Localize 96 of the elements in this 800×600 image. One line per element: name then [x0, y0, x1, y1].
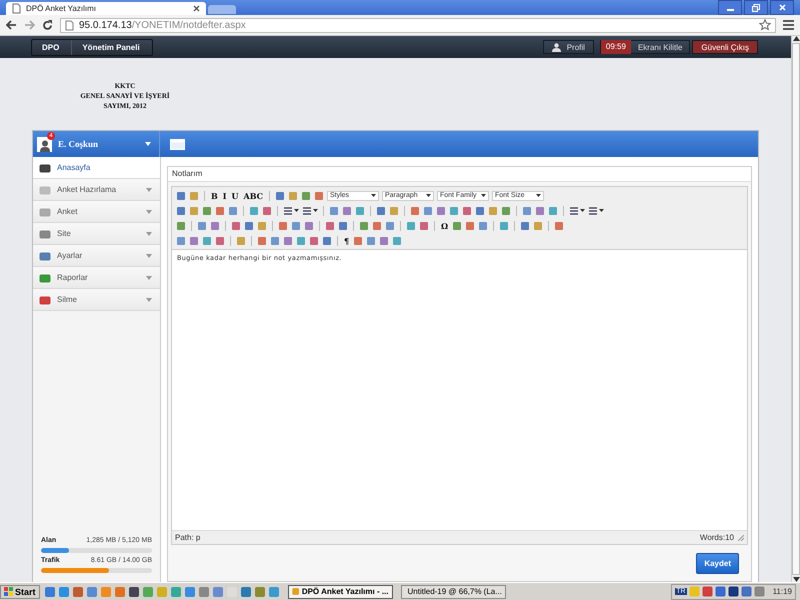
tool-icon[interactable]	[533, 220, 544, 230]
caret-icon	[294, 209, 299, 212]
back-icon[interactable]	[6, 20, 17, 30]
breadcrumb-link[interactable]: Yönetim Paneli	[72, 40, 152, 54]
user-icon	[552, 42, 561, 52]
list-icon	[283, 206, 293, 216]
taskbar-button[interactable]: Untitled-19 @ 66,7% (La...	[400, 584, 506, 598]
tool-icon[interactable]	[274, 190, 285, 200]
tool-icon[interactable]	[314, 190, 324, 200]
format-button[interactable]: Ω	[440, 220, 450, 230]
sidebar-item[interactable]: Raporlar	[33, 267, 160, 289]
caret-icon	[370, 194, 376, 197]
taskbar-button[interactable]: DPÖ Anket Yazılımı - ...	[288, 584, 393, 598]
star-icon[interactable]	[759, 19, 771, 31]
minimize-button[interactable]	[718, 0, 742, 15]
tray-icon[interactable]	[702, 586, 713, 597]
lock-screen-button[interactable]: 09:59 Ekranı Kilitle	[600, 40, 690, 54]
list-dropdown-button[interactable]	[588, 206, 604, 216]
caret-icon	[580, 209, 585, 212]
tool-icon[interactable]	[478, 220, 488, 230]
save-button[interactable]: Kaydet	[696, 552, 739, 574]
tool-icon[interactable]	[520, 220, 530, 230]
sidebar-item[interactable]: Anket	[33, 201, 160, 223]
clock-text: 11:19	[772, 587, 792, 596]
list-icon	[302, 206, 312, 216]
caret-icon	[145, 142, 151, 146]
menu-item-icon	[39, 162, 51, 172]
tool-icon[interactable]	[554, 220, 564, 230]
caret-icon	[536, 194, 541, 197]
tool-icon[interactable]	[288, 190, 298, 200]
close-icon	[778, 4, 786, 11]
timer-text: 09:59	[600, 40, 631, 54]
tray-icon[interactable]	[714, 586, 726, 597]
logout-button[interactable]: Güvenli Çıkış	[692, 40, 758, 54]
menu-icon[interactable]	[783, 20, 794, 30]
format-button[interactable]: U	[230, 190, 240, 200]
user-silhouette-icon	[38, 140, 50, 152]
close-button[interactable]	[770, 0, 794, 15]
tool-icon[interactable]	[452, 220, 462, 230]
menu-item-icon	[39, 206, 51, 216]
format-button[interactable]: B	[210, 190, 219, 200]
caret-icon	[480, 194, 486, 197]
tray-icon[interactable]	[740, 586, 752, 597]
path-text: Path: p	[175, 533, 200, 542]
sidebar-item[interactable]: Anket Hazırlama	[33, 179, 160, 201]
profile-button[interactable]: Profil	[542, 40, 594, 54]
list-icon	[588, 206, 598, 216]
list-dropdown-button[interactable]	[283, 206, 299, 216]
resize-grip-icon[interactable]	[738, 534, 744, 540]
restore-button[interactable]	[744, 0, 768, 15]
list-icon	[569, 206, 579, 216]
url-text: 95.0.174.13/YONETIM/notdefter.aspx	[79, 20, 247, 30]
format-button[interactable]: ¶	[343, 236, 350, 246]
menu-item-icon	[39, 250, 51, 260]
quick-launch-icon[interactable]	[72, 586, 84, 598]
restore-icon	[752, 4, 760, 12]
quick-launch-icon[interactable]	[128, 586, 140, 598]
menu-item-icon	[39, 272, 51, 282]
format-button[interactable]: I	[222, 190, 228, 200]
tool-icon[interactable]	[465, 220, 476, 230]
tool-icon[interactable]	[379, 236, 390, 246]
app-icon	[292, 586, 299, 597]
list-dropdown-button[interactable]	[569, 206, 585, 216]
sidebar-item[interactable]: Silme	[33, 289, 160, 311]
lock-label: Ekranı Kilitle	[636, 42, 684, 52]
caret-icon	[426, 194, 431, 197]
format-button[interactable]: ABC	[242, 190, 264, 200]
quick-launch-icon[interactable]	[44, 586, 56, 598]
page-icon	[65, 20, 74, 30]
menu-item-icon	[39, 184, 51, 194]
sidebar-item[interactable]: Anasayfa	[33, 157, 160, 179]
forward-icon[interactable]	[24, 20, 35, 30]
tool-icon[interactable]	[300, 190, 311, 200]
start-button[interactable]: Start	[0, 584, 40, 598]
menu-item-icon	[39, 228, 51, 238]
caret-icon	[599, 209, 604, 212]
reload-icon[interactable]	[42, 20, 53, 30]
tool-icon[interactable]	[366, 236, 376, 246]
sidebar-item[interactable]: Ayarlar	[33, 245, 160, 267]
sidebar-item[interactable]: Site	[33, 223, 160, 245]
tool-icon[interactable]	[353, 236, 364, 246]
list-dropdown-button[interactable]	[302, 206, 318, 216]
close-icon[interactable]	[193, 5, 200, 12]
caret-icon	[313, 209, 318, 212]
browser-tab[interactable]: DPÖ Anket Yazılımı	[6, 2, 206, 15]
tool-icon[interactable]	[499, 220, 510, 230]
folder-icon[interactable]	[170, 138, 185, 150]
word-count: Words:10	[700, 533, 734, 542]
tool-icon[interactable]	[392, 236, 402, 246]
breadcrumb-link[interactable]: DPO	[32, 40, 72, 54]
address-field[interactable]: 95.0.174.13/YONETIM/notdefter.aspx	[60, 18, 776, 32]
quick-launch-icon[interactable]	[240, 586, 252, 598]
menu-item-icon	[39, 294, 51, 304]
section-title: Notlarım	[168, 167, 751, 182]
windows-logo-icon	[4, 587, 13, 596]
tray-icon[interactable]	[728, 586, 739, 597]
